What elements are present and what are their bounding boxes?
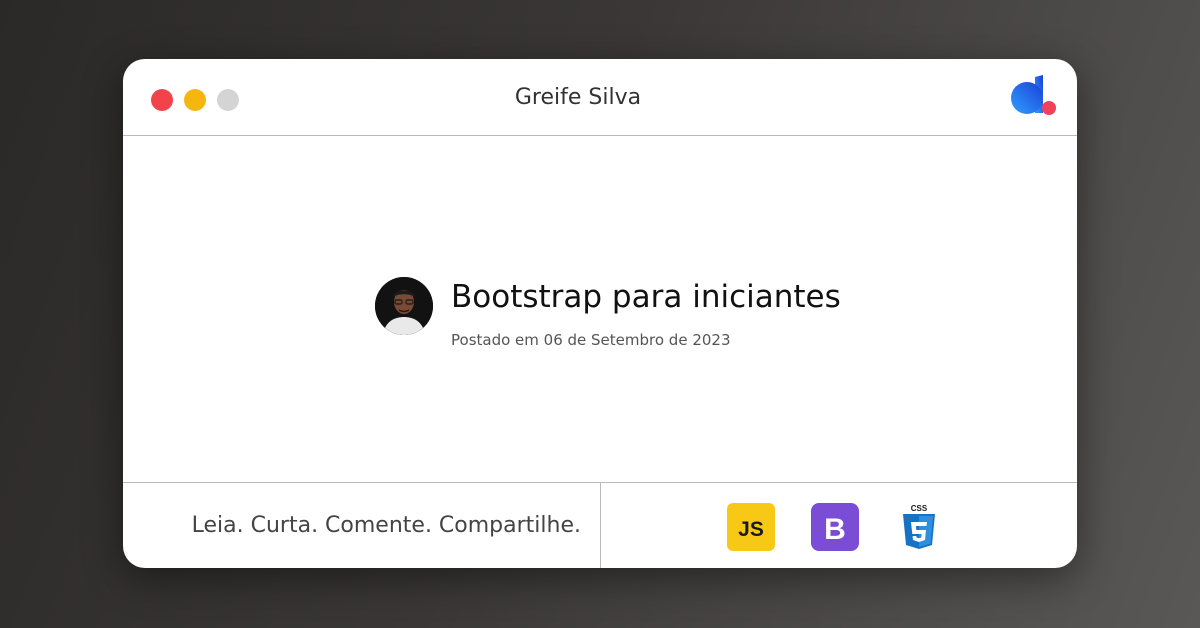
javascript-icon: JS xyxy=(727,503,775,551)
footer-bar: Leia. Curta. Comente. Compartilhe. JS B … xyxy=(123,482,1077,568)
logo-icon xyxy=(1011,75,1056,115)
css3-icon: CSS xyxy=(903,504,935,549)
post-header: Bootstrap para iniciantes Postado em 06 … xyxy=(123,136,1077,482)
post-date: Postado em 06 de Setembro de 2023 xyxy=(451,331,731,349)
footer-divider xyxy=(600,483,601,568)
javascript-label: JS xyxy=(738,518,764,541)
title-bar: Greife Silva xyxy=(123,59,1077,136)
bootstrap-icon: B xyxy=(811,503,859,551)
post-title[interactable]: Bootstrap para iniciantes xyxy=(451,279,841,315)
css3-label: CSS xyxy=(911,504,928,513)
window-title: Greife Silva xyxy=(514,85,642,110)
bootstrap-label: B xyxy=(824,513,846,546)
avatar-icon xyxy=(375,277,433,335)
tagline: Leia. Curta. Comente. Compartilhe. xyxy=(191,513,581,538)
author-avatar[interactable] xyxy=(375,277,433,335)
post-card: Greife Silva Bootstrap para iniciantes P… xyxy=(123,59,1077,568)
